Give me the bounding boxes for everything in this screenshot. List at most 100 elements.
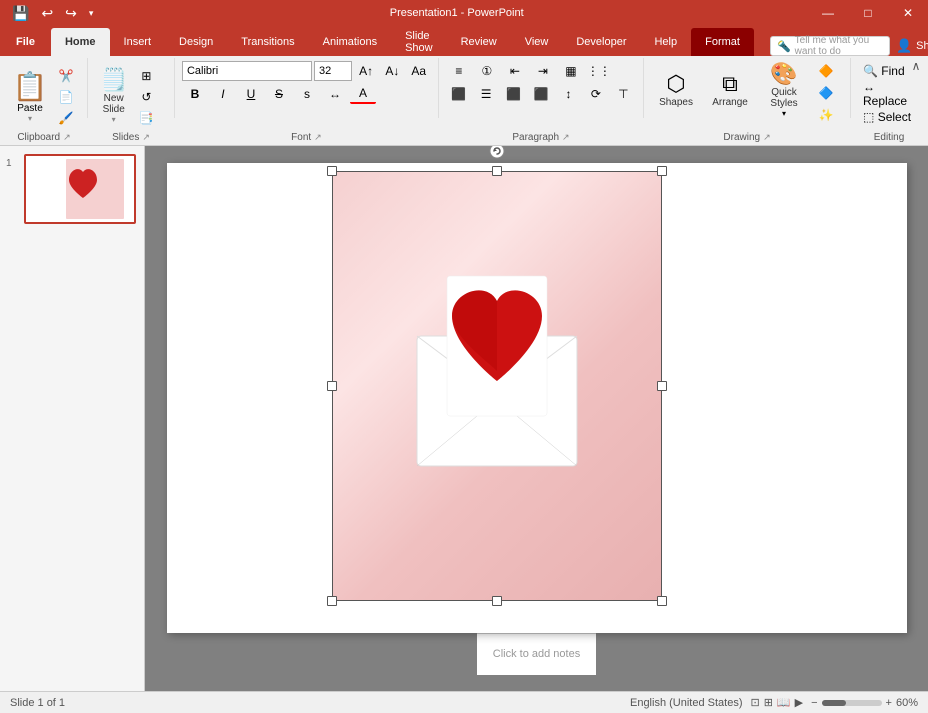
strikethrough-button[interactable]: S: [266, 84, 292, 104]
font-size-input[interactable]: [314, 61, 352, 81]
dropdown-quick-btn[interactable]: ▾: [85, 6, 98, 21]
shape-fill-button[interactable]: 🔶: [813, 61, 839, 81]
collapse-ribbon-button[interactable]: ∧: [908, 58, 924, 74]
tab-format[interactable]: Format: [691, 28, 754, 56]
reading-view-btn[interactable]: 📖: [777, 696, 791, 709]
tab-transitions[interactable]: Transitions: [227, 28, 308, 56]
font-name-input[interactable]: [182, 61, 312, 81]
rotate-handle[interactable]: [489, 146, 505, 159]
quick-styles-button-wrap: 🎨 QuickStyles ▾: [759, 61, 809, 119]
underline-button[interactable]: U: [238, 84, 264, 104]
tab-insert[interactable]: Insert: [110, 28, 166, 56]
align-text-button[interactable]: ⊤: [611, 84, 636, 104]
tab-design[interactable]: Design: [165, 28, 227, 56]
handle-mid-left[interactable]: [327, 381, 337, 391]
spacing-button[interactable]: ↔: [322, 84, 348, 104]
minimize-button[interactable]: —: [808, 0, 848, 26]
increase-indent-button[interactable]: ⇥: [530, 61, 556, 81]
select-button[interactable]: ⬚ Select: [859, 107, 919, 127]
slideshow-btn[interactable]: ▶: [795, 696, 803, 709]
tab-review[interactable]: Review: [447, 28, 511, 56]
tab-file[interactable]: File: [0, 28, 51, 56]
text-direction-button[interactable]: ⟳: [583, 84, 608, 104]
slide-canvas[interactable]: [167, 163, 907, 633]
bullets-button[interactable]: ≡: [446, 61, 472, 81]
shape-effects-button[interactable]: ✨: [813, 105, 839, 125]
shapes-button-wrap: ⬡ Shapes: [651, 61, 701, 119]
paste-button[interactable]: 📋 Paste ▾: [8, 68, 52, 126]
canvas-area[interactable]: Click to add notes: [145, 146, 928, 691]
cut-button[interactable]: ✂️: [53, 66, 79, 86]
align-center-button[interactable]: ☰: [473, 84, 498, 104]
notes-area[interactable]: Click to add notes: [477, 633, 596, 675]
handle-bottom-mid[interactable]: [492, 596, 502, 606]
align-right-button[interactable]: ⬛: [501, 84, 526, 104]
slides-expand-icon[interactable]: ↗: [142, 132, 150, 143]
quick-styles-dropdown[interactable]: ▾: [782, 109, 786, 118]
columns-button[interactable]: ▦: [558, 61, 584, 81]
slide-thumbnail-1[interactable]: 1: [6, 154, 138, 224]
handle-top-right[interactable]: [657, 166, 667, 176]
tab-slideshow[interactable]: Slide Show: [391, 28, 447, 56]
shadow-button[interactable]: s: [294, 84, 320, 104]
close-button[interactable]: ✕: [888, 0, 928, 26]
handle-bottom-left[interactable]: [327, 596, 337, 606]
copy-button[interactable]: 📄: [53, 87, 79, 107]
handle-mid-right[interactable]: [657, 381, 667, 391]
tab-home[interactable]: Home: [51, 28, 110, 56]
shape-outline-button[interactable]: 🔷: [813, 83, 839, 103]
format-painter-button[interactable]: 🖌️: [53, 108, 79, 128]
shapes-button[interactable]: ⬡ Shapes: [651, 61, 701, 119]
layout-button[interactable]: ⊞: [133, 66, 159, 86]
slide-thumb-1[interactable]: [24, 154, 136, 224]
line-spacing-button[interactable]: ↕: [556, 84, 581, 104]
decrease-font-button[interactable]: A↓: [380, 61, 404, 81]
slide-sorter-btn[interactable]: ⊞: [764, 696, 773, 709]
redo-quick-btn[interactable]: ↪: [61, 3, 81, 24]
tab-developer[interactable]: Developer: [562, 28, 640, 56]
paragraph-expand-icon[interactable]: ↗: [562, 132, 570, 143]
rotate-icon: [489, 146, 505, 159]
font-color-button[interactable]: A: [350, 84, 376, 104]
clipboard-expand-icon[interactable]: ↗: [63, 132, 71, 143]
italic-button[interactable]: I: [210, 84, 236, 104]
quick-styles-button[interactable]: 🎨 QuickStyles ▾: [759, 61, 809, 119]
ribbon-group-font: A↑ A↓ Aa B I U S s ↔ A Font ↗: [178, 58, 435, 145]
drawing-expand-icon[interactable]: ↗: [763, 132, 771, 143]
zoom-controls: − + 60%: [811, 697, 918, 709]
font-expand-icon[interactable]: ↗: [314, 132, 322, 143]
zoom-out-btn[interactable]: −: [811, 697, 817, 709]
tell-me-input[interactable]: 🔦 Tell me what you want to do: [770, 36, 890, 56]
zoom-slider[interactable]: [822, 700, 882, 706]
tab-view[interactable]: View: [511, 28, 563, 56]
zoom-in-btn[interactable]: +: [886, 697, 892, 709]
share-button[interactable]: 👤 Share: [896, 38, 928, 54]
save-quick-btn[interactable]: 💾: [8, 3, 33, 24]
smartart-button[interactable]: ⋮⋮: [586, 61, 612, 81]
reset-button[interactable]: ↺: [133, 87, 159, 107]
align-left-button[interactable]: ⬛: [446, 84, 471, 104]
replace-button[interactable]: ↔ Replace: [859, 84, 919, 104]
editing-group-label: Editing: [874, 132, 905, 143]
work-area: 1: [0, 146, 928, 691]
handle-bottom-right[interactable]: [657, 596, 667, 606]
numbering-button[interactable]: ①: [474, 61, 500, 81]
increase-font-button[interactable]: A↑: [354, 61, 378, 81]
bold-button[interactable]: B: [182, 84, 208, 104]
maximize-button[interactable]: □: [848, 0, 888, 26]
undo-quick-btn[interactable]: ↩: [37, 3, 57, 24]
normal-view-btn[interactable]: ⊡: [750, 696, 759, 709]
justify-button[interactable]: ⬛: [528, 84, 553, 104]
tab-animations[interactable]: Animations: [309, 28, 391, 56]
handle-top-left[interactable]: [327, 166, 337, 176]
selected-image[interactable]: [332, 171, 662, 601]
handle-top-mid[interactable]: [492, 166, 502, 176]
section-button[interactable]: 📑: [133, 108, 159, 128]
clear-format-button[interactable]: Aa: [407, 61, 431, 81]
paste-dropdown[interactable]: ▾: [28, 114, 32, 123]
new-slide-button[interactable]: 🗒️ NewSlide ▾: [95, 68, 132, 126]
new-slide-dropdown[interactable]: ▾: [112, 115, 116, 124]
arrange-button[interactable]: ⧉ Arrange: [705, 61, 755, 119]
tab-help[interactable]: Help: [640, 28, 691, 56]
decrease-indent-button[interactable]: ⇤: [502, 61, 528, 81]
